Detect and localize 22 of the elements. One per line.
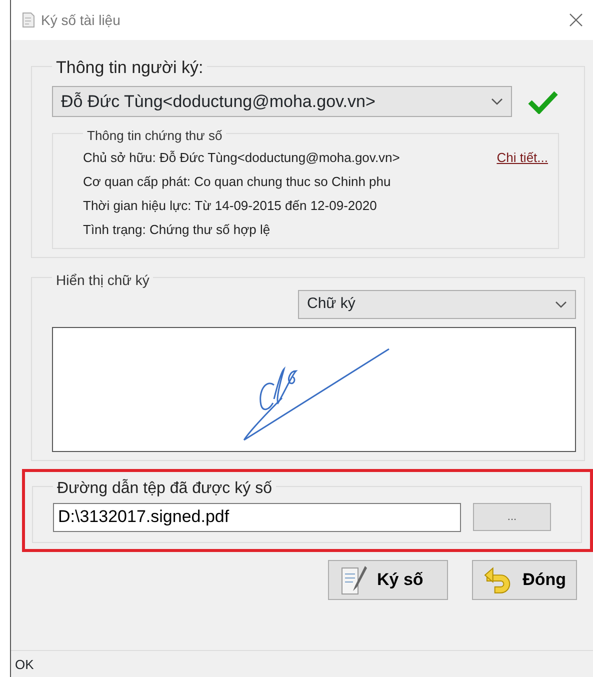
details-link[interactable]: Chi tiết... (496, 148, 548, 168)
close-button[interactable]: Đóng (472, 560, 577, 600)
file-path-field[interactable]: D:\3132017.signed.pdf (53, 502, 461, 532)
window-title: Ký số tài liệu (41, 10, 120, 30)
signer-dropdown[interactable]: Đỗ Đức Tùng<doductung@moha.gov.vn> (52, 86, 512, 118)
signed-document-icon (339, 564, 369, 596)
chevron-down-icon (491, 98, 503, 106)
certificate-info-text: Tình trạng: Chứng thư số hợp lệ (83, 220, 270, 239)
close-icon[interactable] (569, 13, 583, 27)
sign-button[interactable]: Ký số (328, 560, 448, 600)
group-label: Thông tin chứng thư số (87, 128, 222, 144)
group-label: Thông tin người ký: (56, 58, 204, 77)
status-text: OK (11, 650, 593, 677)
chevron-down-icon (555, 300, 567, 309)
group-label: Hiển thị chữ ký (56, 272, 150, 288)
group-label: Đường dẫn tệp đã được ký số (57, 480, 272, 498)
document-icon (21, 12, 35, 28)
certificate-info-text: Cơ quan cấp phát: Co quan chung thuc so Chinh phu (83, 172, 391, 191)
certificate-info-text: Thời gian hiệu lực: Từ 14-09-2015 đến 12-09-2020 (83, 196, 377, 215)
signature-type-dropdown[interactable]: Chữ ký (298, 290, 576, 320)
browse-button[interactable]: ... (473, 503, 551, 531)
certificate-info-text: Chủ sở hữu: Đỗ Đức Tùng<doductung@moha.gov.vn> (83, 148, 400, 167)
